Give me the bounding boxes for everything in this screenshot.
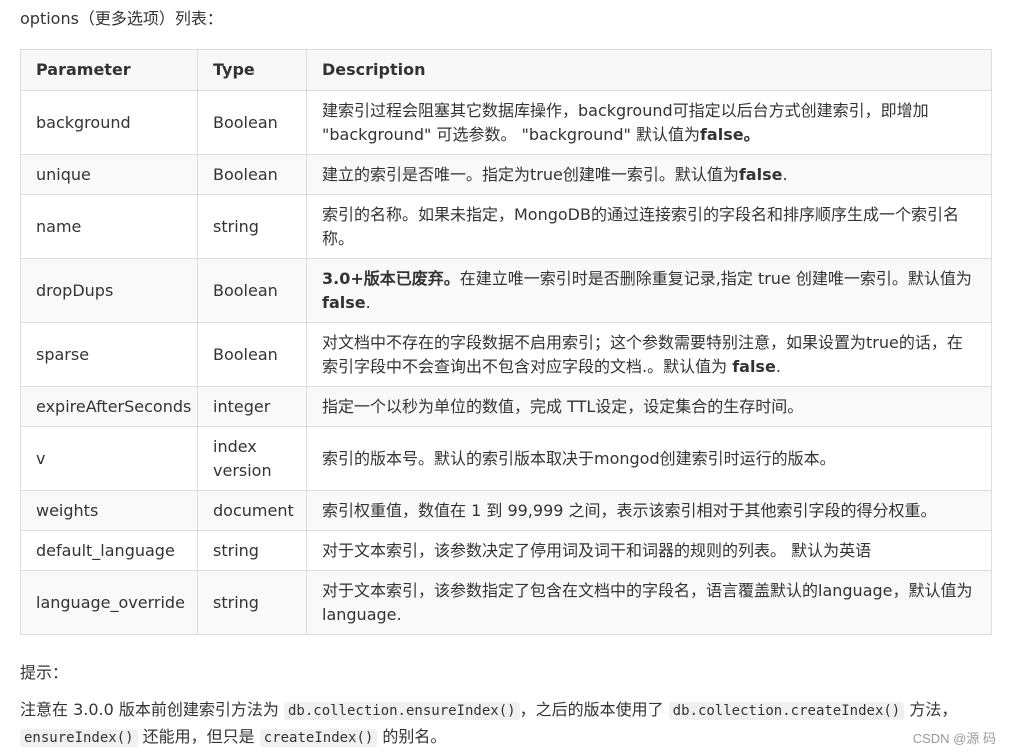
description-text: . xyxy=(365,292,371,312)
description-text: 对于文本索引，该参数决定了停用词及词干和词器的规则的列表。 默认为英语 xyxy=(322,540,872,560)
header-parameter: Parameter xyxy=(20,49,198,91)
description-text: 索引权重值，数值在 1 到 99,999 之间，表示该索引相对于其他索引字段的得… xyxy=(322,500,937,520)
note-text-5: 的别名。 xyxy=(377,727,447,746)
parameter-cell: expireAfterSeconds xyxy=(20,386,198,427)
table-row: background Boolean 建索引过程会阻塞其它数据库操作，backgro… xyxy=(20,90,992,155)
description-cell: 对文档中不存在的字段数据不启用索引；这个参数需要特别注意，如果设置为true的话… xyxy=(306,322,992,387)
hint-label: 提示： xyxy=(20,663,69,682)
parameter-cell: weights xyxy=(20,490,198,531)
options-table: Parameter Type Description background Boo… xyxy=(20,49,992,635)
description-text: 在建立唯一索引时是否删除重复记录,指定 true 创建唯一索引。默认值为 xyxy=(459,268,972,288)
description-cell: 对于文本索引，该参数决定了停用词及词干和词器的规则的列表。 默认为英语 xyxy=(306,530,992,571)
table-row: default_language string 对于文本索引，该参数决定了停用词及词… xyxy=(20,530,992,571)
code-create-index-full: db.collection.createIndex() xyxy=(668,702,905,720)
type-cell: Boolean xyxy=(197,258,307,323)
description-bold-text: false xyxy=(738,164,783,184)
type-cell: index version xyxy=(197,426,307,491)
description-text: . xyxy=(782,164,788,184)
description-text: 建索引过程会阻塞其它数据库操作，background可指定以后台方式创建索引，即… xyxy=(322,100,929,144)
description-cell: 指定一个以秒为单位的数值，完成 TTL设定，设定集合的生存时间。 xyxy=(306,386,992,427)
description-text: 对文档中不存在的字段数据不启用索引；这个参数需要特别注意，如果设置为true的话… xyxy=(322,332,963,376)
type-cell: string xyxy=(197,570,307,635)
type-cell: string xyxy=(197,194,307,259)
description-bold-text: false xyxy=(732,356,776,376)
description-text: 对于文本索引，该参数指定了包含在文档中的字段名，语言覆盖默认的language，… xyxy=(322,580,973,624)
description-cell: 索引权重值，数值在 1 到 99,999 之间，表示该索引相对于其他索引字段的得… xyxy=(306,490,992,531)
table-header-row: Parameter Type Description xyxy=(20,49,992,91)
description-text: 建立的索引是否唯一。指定为true创建唯一索引。默认值为 xyxy=(322,164,739,184)
type-cell: Boolean xyxy=(197,90,307,155)
parameter-cell: dropDups xyxy=(20,258,198,323)
parameter-cell: name xyxy=(20,194,198,259)
description-cell: 索引的版本号。默认的索引版本取决于mongod创建索引时运行的版本。 xyxy=(306,426,992,491)
description-cell: 建索引过程会阻塞其它数据库操作，background可指定以后台方式创建索引，即… xyxy=(306,90,992,155)
type-cell: string xyxy=(197,530,307,571)
description-text: . xyxy=(775,356,781,376)
table-body: background Boolean 建索引过程会阻塞其它数据库操作，backgro… xyxy=(20,90,992,635)
description-cell: 建立的索引是否唯一。指定为true创建唯一索引。默认值为false. xyxy=(306,154,992,195)
table-row: expireAfterSeconds integer 指定一个以秒为单位的数值，完成… xyxy=(20,386,992,427)
parameter-cell: background xyxy=(20,90,198,155)
description-text: 索引的名称。如果未指定，MongoDB的通过连接索引的字段名和排序顺序生成一个索… xyxy=(322,204,959,248)
description-bold-text: 3.0+版本已废弃。 xyxy=(322,268,460,288)
parameter-cell: language_override xyxy=(20,570,198,635)
type-cell: Boolean xyxy=(197,322,307,387)
description-cell: 索引的名称。如果未指定，MongoDB的通过连接索引的字段名和排序顺序生成一个索… xyxy=(306,194,992,259)
note-text-4: 还能用，但只是 xyxy=(137,727,260,746)
table-row: unique Boolean 建立的索引是否唯一。指定为true创建唯一索引。默认值… xyxy=(20,154,992,195)
description-cell: 对于文本索引，该参数指定了包含在文档中的字段名，语言覆盖默认的language，… xyxy=(306,570,992,635)
description-text: 指定一个以秒为单位的数值，完成 TTL设定，设定集合的生存时间。 xyxy=(322,396,804,416)
type-cell: Boolean xyxy=(197,154,307,195)
parameter-cell: default_language xyxy=(20,530,198,571)
code-ensure-index-full: db.collection.ensureIndex() xyxy=(283,702,520,720)
options-intro: options（更多选项）列表： xyxy=(20,9,223,28)
note-text-2: ，之后的版本使用了 xyxy=(519,700,669,719)
description-text: 索引的版本号。默认的索引版本取决于mongod创建索引时运行的版本。 xyxy=(322,448,836,468)
code-create-index: createIndex() xyxy=(259,729,378,747)
code-ensure-index: ensureIndex() xyxy=(20,729,138,747)
parameter-cell: unique xyxy=(20,154,198,195)
parameter-cell: sparse xyxy=(20,322,198,387)
note-text-3: 方法， xyxy=(904,700,958,719)
description-cell: 3.0+版本已废弃。在建立唯一索引时是否删除重复记录,指定 true 创建唯一索… xyxy=(306,258,992,323)
note-text-1: 注意在 3.0.0 版本前创建索引方法为 xyxy=(20,700,284,719)
table-row: language_override string 对于文本索引，该参数指定了包含在文… xyxy=(20,570,992,635)
type-cell: document xyxy=(197,490,307,531)
header-description: Description xyxy=(306,49,992,91)
table-row: dropDups Boolean 3.0+版本已废弃。在建立唯一索引时是否删除重复记… xyxy=(20,258,992,323)
csdn-watermark: CSDN @源 码 xyxy=(912,731,996,746)
table-row: weights document 索引权重值，数值在 1 到 99,999 之间，表… xyxy=(20,490,992,531)
header-type: Type xyxy=(197,49,307,91)
type-cell: integer xyxy=(197,386,307,427)
version-note: 注意在 3.0.0 版本前创建索引方法为 db.collection.ensur… xyxy=(20,697,980,751)
table-row: name string 索引的名称。如果未指定，MongoDB的通过连接索引的字段名… xyxy=(20,194,992,259)
table-row: v index version 索引的版本号。默认的索引版本取决于mongod创建索… xyxy=(20,426,992,491)
table-row: sparse Boolean 对文档中不存在的字段数据不启用索引；这个参数需要特别注… xyxy=(20,322,992,387)
description-bold-text: false。 xyxy=(699,124,760,144)
parameter-cell: v xyxy=(20,426,198,491)
description-bold-text: false xyxy=(322,292,366,312)
